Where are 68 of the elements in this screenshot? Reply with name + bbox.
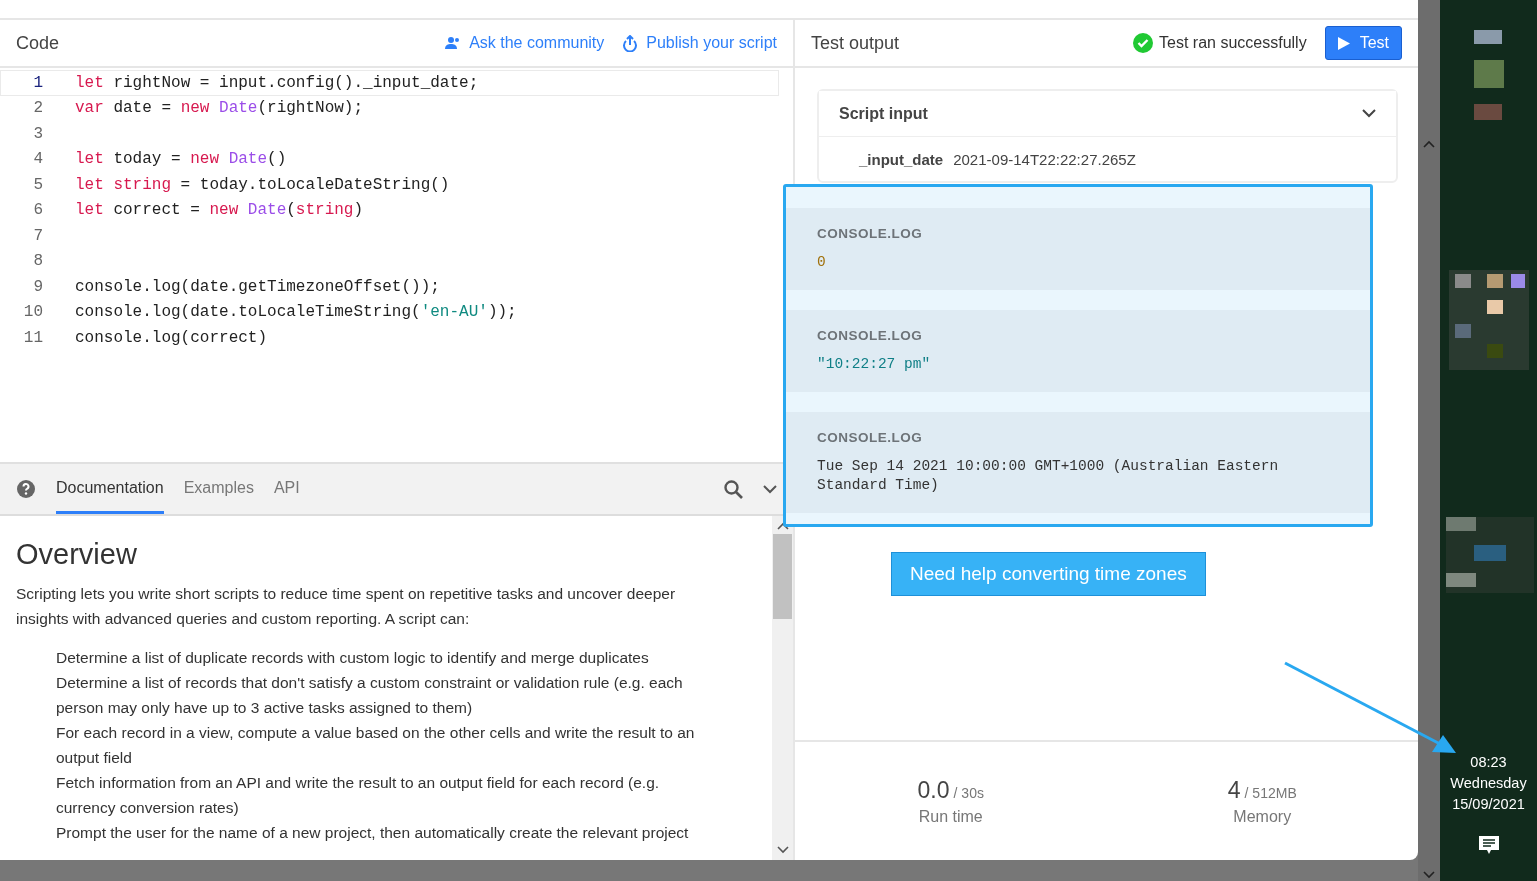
- scrollbar-thumb[interactable]: [773, 534, 792, 619]
- taskbar-time: 08:23: [1470, 754, 1507, 770]
- help-button[interactable]: Need help converting time zones: [891, 552, 1206, 596]
- doc-tab[interactable]: API: [273, 464, 300, 514]
- stat-value: 4: [1227, 776, 1241, 804]
- console-label: CONSOLE.LOG: [817, 226, 924, 241]
- console-value: "10:22:27 pm": [817, 355, 932, 374]
- code-text: console.log(date.getTimezoneOffset());: [75, 277, 440, 296]
- doc-heading: Overview: [16, 538, 138, 571]
- code-text: var date = new Date(rightNow);: [75, 99, 364, 118]
- doc-tab[interactable]: Documentation: [56, 464, 164, 514]
- input-value: 2021-09-14T22:22:27.265Z: [953, 150, 1136, 168]
- line-number: 2: [32, 99, 44, 118]
- people-icon: [445, 36, 462, 50]
- console-value: Tue Sep 14 2021 10:00:00 GMT+1000 (Australian Eastern Standard Time): [817, 457, 1280, 495]
- chevron-down-icon: [776, 846, 789, 854]
- test-button[interactable]: Test: [1324, 26, 1402, 60]
- stat-value: 0.0: [917, 776, 950, 804]
- script-input-header[interactable]: Script input: [819, 91, 1396, 137]
- header-link[interactable]: Ask the community: [445, 34, 605, 52]
- console-value: 0: [817, 253, 827, 272]
- notification-icon[interactable]: [1477, 835, 1500, 855]
- status-text: Test ran successfully: [1159, 34, 1307, 52]
- stat-limit: / 512MB: [1244, 784, 1297, 801]
- code-text: let rightNow = input.config()._input_date;: [75, 73, 479, 92]
- upload-icon: [622, 34, 639, 52]
- doc-list-item: Prompt the user for the name of a new project, then automatically create the relevant project: [56, 823, 690, 843]
- line-number: 4: [32, 150, 44, 169]
- header-link[interactable]: Publish your script: [622, 34, 777, 52]
- check-circle-icon: [1133, 33, 1154, 53]
- line-number: 8: [32, 252, 44, 271]
- search-icon[interactable]: [724, 479, 743, 499]
- stat-label: Memory: [1233, 807, 1292, 826]
- taskbar-day: Wednesday: [1450, 775, 1527, 791]
- line-number: 7: [32, 226, 44, 245]
- line-number: 6: [32, 201, 44, 220]
- line-number: 11: [22, 328, 44, 347]
- panel-title: Test output: [811, 32, 901, 54]
- console-label: CONSOLE.LOG: [817, 328, 924, 343]
- panel-title: Code: [16, 32, 61, 54]
- stat-limit: / 30s: [953, 784, 984, 801]
- code-text: let today = new Date(): [75, 150, 287, 169]
- chevron-up-icon: [1423, 140, 1435, 148]
- chevron-down-icon[interactable]: [763, 484, 777, 494]
- input-name: _input_date: [859, 150, 944, 168]
- line-number: 1: [32, 73, 44, 92]
- code-text: console.log(correct): [75, 328, 268, 347]
- code-text: let string = today.toLocaleDateString(): [75, 175, 450, 194]
- play-icon: [1337, 36, 1350, 50]
- taskbar-date: 15/09/2021: [1452, 796, 1525, 812]
- doc-tab[interactable]: Examples: [183, 464, 254, 514]
- code-text: let correct = new Date(string): [75, 201, 364, 220]
- scrollbar[interactable]: [772, 516, 793, 860]
- line-number: 10: [22, 303, 44, 322]
- code-text: console.log(date.toLocaleTimeString('en-AU'));: [75, 303, 517, 322]
- stat-label: Run time: [918, 807, 983, 826]
- doc-list-item: Fetch information from an API and write the result to an output field for each record (e.g. currency conversion rates): [56, 773, 661, 818]
- doc-paragraph: Scripting lets you write short scripts to reduce time spent on repetitive tasks and uncover deeper insights with advanced queries and custom reporting. A script can:: [16, 584, 677, 629]
- doc-list-item: Determine a list of records that don't satisfy a custom constraint or validation rule (e.g. each person may only have up to 3 active tasks assigned to them): [56, 673, 684, 718]
- line-number: 9: [32, 277, 44, 296]
- doc-list-item: For each record in a view, compute a value based on the other cells and write the result to an output field: [56, 723, 696, 768]
- help-icon: [16, 479, 36, 499]
- console-label: CONSOLE.LOG: [817, 430, 924, 445]
- chevron-icon: [1362, 109, 1376, 118]
- line-number: 3: [32, 124, 44, 143]
- chevron-down-icon: [1423, 871, 1435, 879]
- doc-list-item: Determine a list of duplicate records with custom logic to identify and merge duplicates: [56, 648, 650, 668]
- line-number: 5: [32, 175, 44, 194]
